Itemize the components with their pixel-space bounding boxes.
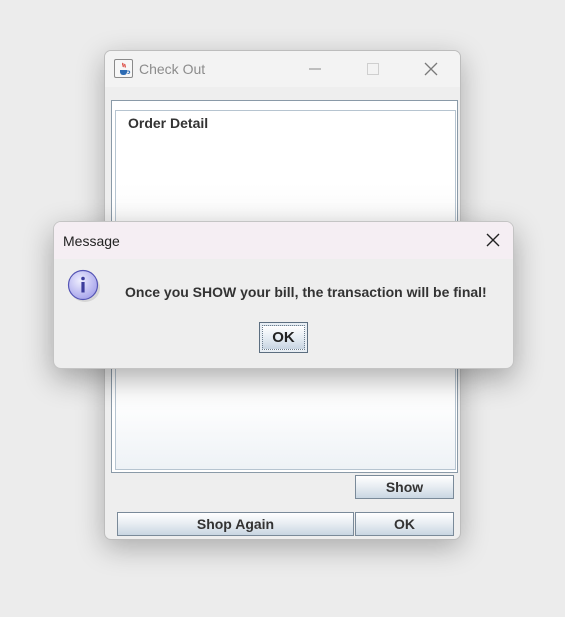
close-icon (486, 233, 500, 247)
java-cup-icon (114, 59, 133, 78)
maximize-icon (367, 63, 379, 75)
dialog-ok-label: OK (262, 325, 305, 350)
close-button[interactable] (408, 51, 454, 87)
dialog-title: Message (63, 233, 120, 249)
minimize-button[interactable] (292, 51, 338, 87)
order-detail-title: Order Detail (126, 115, 211, 131)
close-icon (424, 62, 438, 76)
show-button[interactable]: Show (355, 475, 454, 499)
checkout-titlebar[interactable]: Check Out (105, 51, 460, 87)
ok-button[interactable]: OK (355, 512, 454, 536)
info-icon (67, 269, 101, 303)
checkout-window-title: Check Out (139, 61, 206, 77)
dialog-close-button[interactable] (485, 232, 501, 248)
dialog-ok-button[interactable]: OK (259, 322, 308, 353)
shop-again-button[interactable]: Shop Again (117, 512, 354, 536)
minimize-icon (309, 68, 321, 70)
maximize-button[interactable] (350, 51, 396, 87)
message-dialog: Message Once you SHOW your bill, the tra… (53, 221, 514, 369)
dialog-titlebar[interactable]: Message (54, 222, 513, 259)
dialog-message: Once you SHOW your bill, the transaction… (125, 284, 487, 300)
